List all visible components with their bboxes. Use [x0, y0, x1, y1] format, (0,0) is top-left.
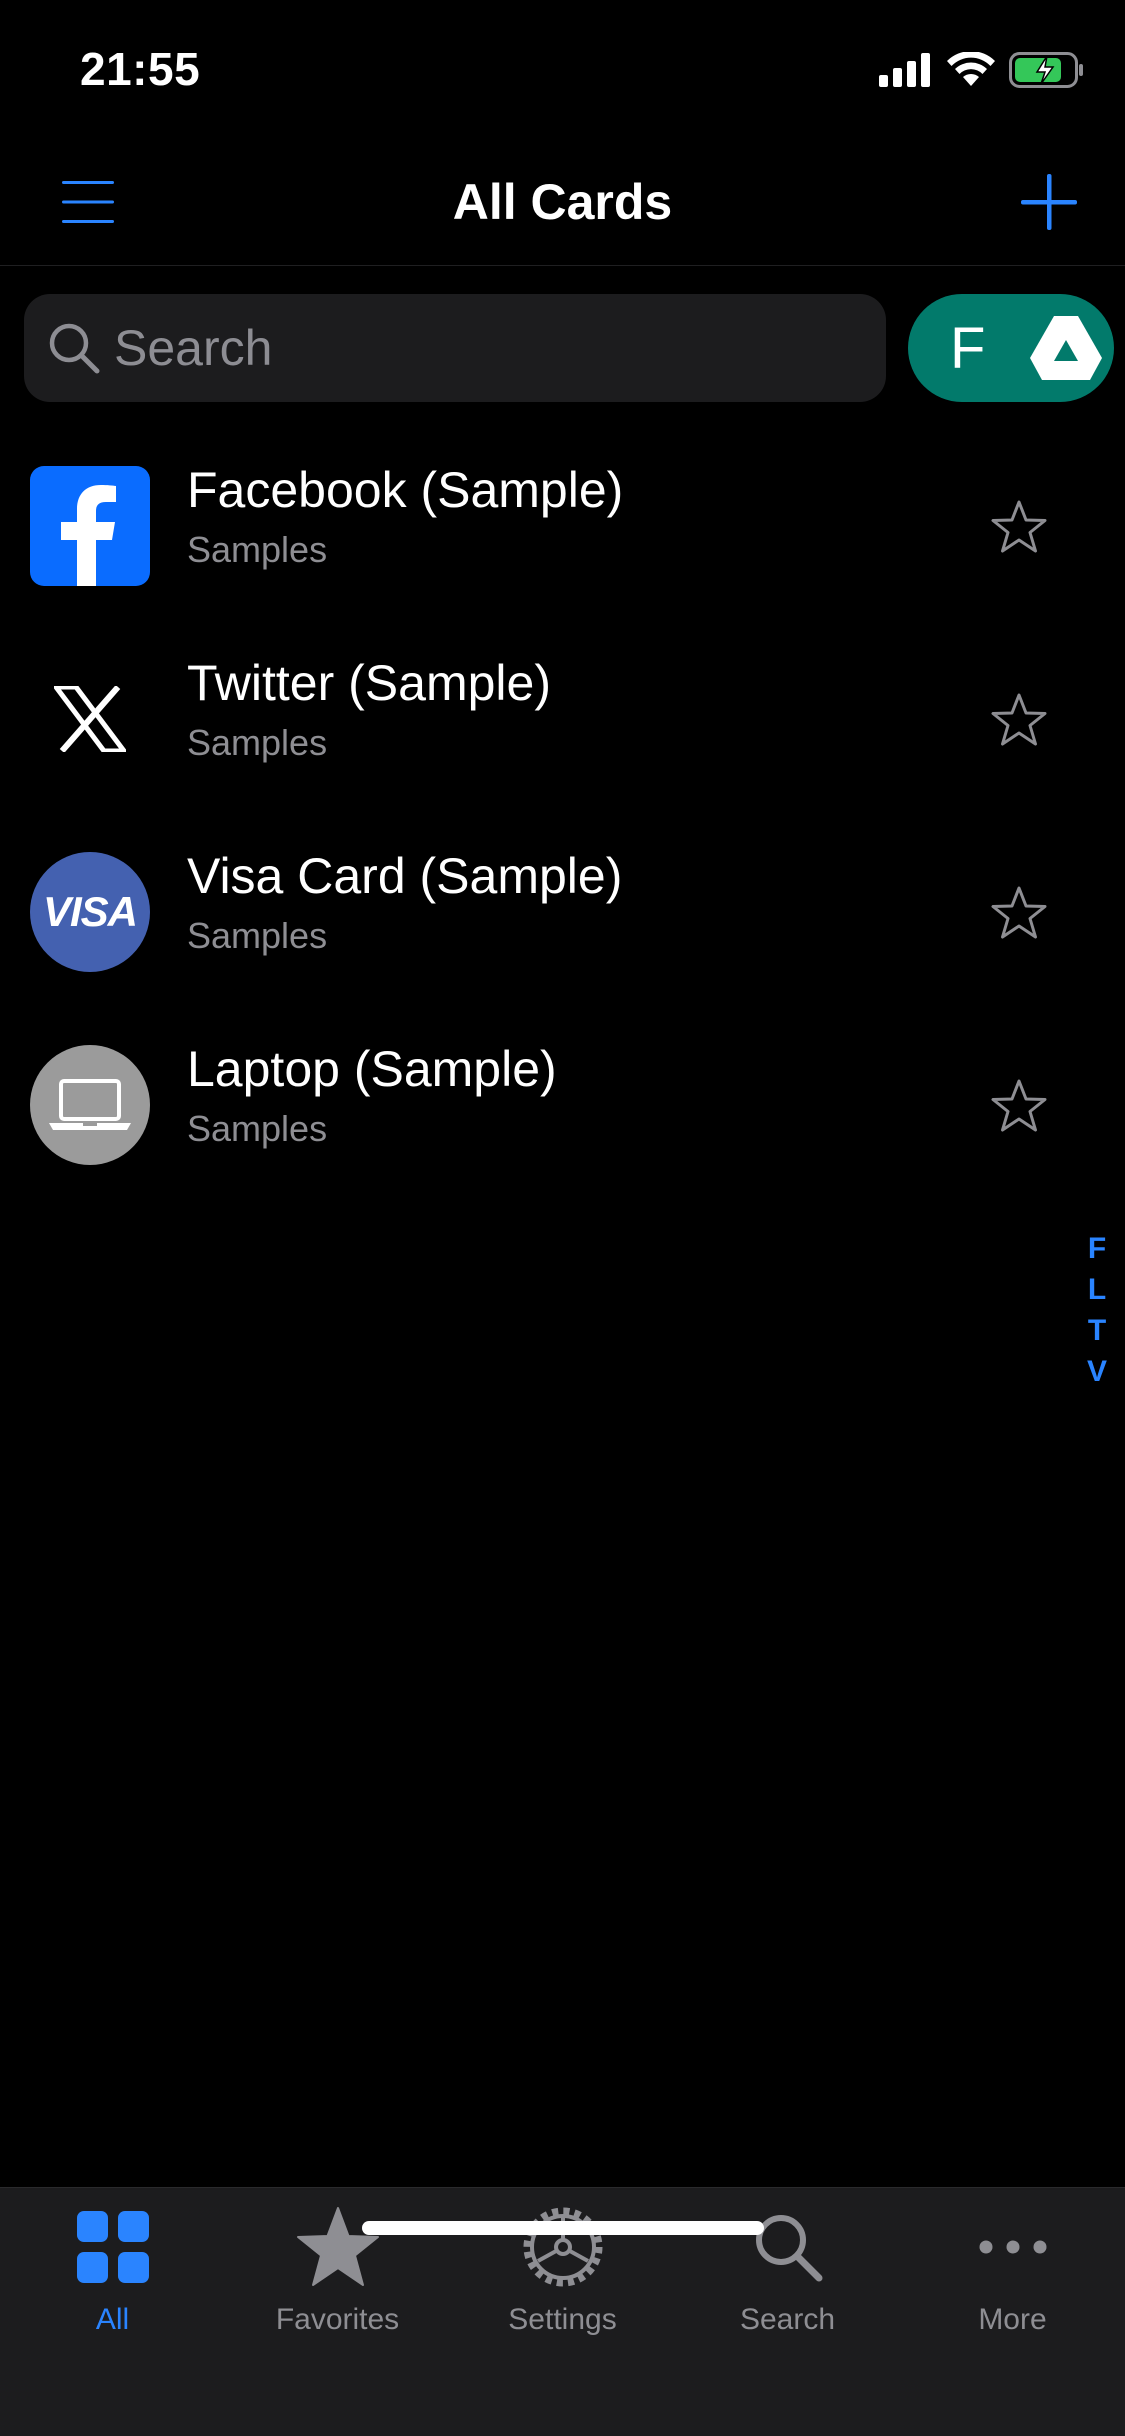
cellular-signal-icon	[879, 53, 930, 87]
ellipsis-icon	[968, 2202, 1058, 2292]
nav-bar: All Cards	[0, 140, 1125, 266]
list-item[interactable]: Facebook (Sample) Samples	[0, 430, 1125, 623]
tab-all[interactable]: All	[0, 2202, 225, 2352]
section-index[interactable]: F L T V	[1077, 1228, 1117, 1392]
plus-icon	[1021, 174, 1077, 230]
card-title: Laptop (Sample)	[187, 1041, 557, 1097]
laptop-icon	[30, 1045, 150, 1165]
wifi-icon	[947, 52, 995, 86]
card-title: Twitter (Sample)	[187, 655, 551, 711]
card-title: Visa Card (Sample)	[187, 848, 623, 904]
favorite-star-button[interactable]	[988, 882, 1050, 944]
card-subtitle: Samples	[187, 915, 328, 956]
card-title: Facebook (Sample)	[187, 462, 624, 518]
grid-icon	[68, 2202, 158, 2292]
card-subtitle: Samples	[187, 529, 328, 570]
app-root: 21:55 All Cards Search F Facebook (Sampl…	[0, 0, 1125, 2436]
filter-pill[interactable]: F	[908, 294, 1114, 402]
battery-charging-icon	[1009, 52, 1083, 88]
tab-label: Settings	[508, 2303, 617, 2336]
star-outline-icon	[991, 886, 1047, 939]
favorite-star-button[interactable]	[988, 496, 1050, 558]
magnifying-glass-icon	[743, 2202, 833, 2292]
add-card-button[interactable]	[1013, 166, 1085, 238]
visa-logo-icon: VISA	[30, 852, 150, 972]
visa-logo-text: VISA	[42, 888, 138, 935]
list-item[interactable]: VISA Visa Card (Sample) Samples	[0, 816, 1125, 1009]
tab-label: More	[978, 2303, 1047, 2336]
star-outline-icon	[991, 500, 1047, 553]
section-index-letter[interactable]: F	[1088, 1228, 1106, 1269]
home-indicator[interactable]	[362, 2221, 764, 2235]
google-drive-icon	[1028, 310, 1104, 386]
search-bar[interactable]	[24, 294, 886, 402]
magnifying-glass-icon	[46, 320, 102, 376]
status-time: 21:55	[80, 43, 201, 95]
gear-icon	[518, 2202, 608, 2292]
tab-label: Search	[739, 2303, 836, 2336]
status-bar: 21:55	[0, 0, 1125, 140]
star-icon	[293, 2202, 383, 2292]
search-input[interactable]	[102, 294, 886, 402]
tab-label: All	[95, 2303, 130, 2336]
section-index-letter[interactable]: V	[1087, 1351, 1107, 1392]
star-outline-icon	[991, 693, 1047, 746]
facebook-logo-icon	[30, 466, 150, 586]
tab-more[interactable]: More	[900, 2202, 1125, 2352]
section-index-letter[interactable]: T	[1088, 1310, 1106, 1351]
page-title: All Cards	[452, 174, 673, 230]
list-item[interactable]: Laptop (Sample) Samples	[0, 1009, 1125, 1202]
list-item[interactable]: Twitter (Sample) Samples	[0, 623, 1125, 816]
filter-letter: F	[950, 315, 986, 381]
tab-label: Favorites	[275, 2303, 400, 2336]
status-icons	[879, 48, 1085, 92]
card-subtitle: Samples	[187, 1108, 328, 1149]
section-index-letter[interactable]: L	[1088, 1269, 1106, 1310]
favorite-star-button[interactable]	[988, 1075, 1050, 1137]
x-logo-icon	[30, 659, 150, 779]
favorite-star-button[interactable]	[988, 689, 1050, 751]
star-outline-icon	[991, 1079, 1047, 1132]
card-list: Facebook (Sample) Samples Twitter (Sampl…	[0, 430, 1125, 1202]
card-subtitle: Samples	[187, 722, 328, 763]
